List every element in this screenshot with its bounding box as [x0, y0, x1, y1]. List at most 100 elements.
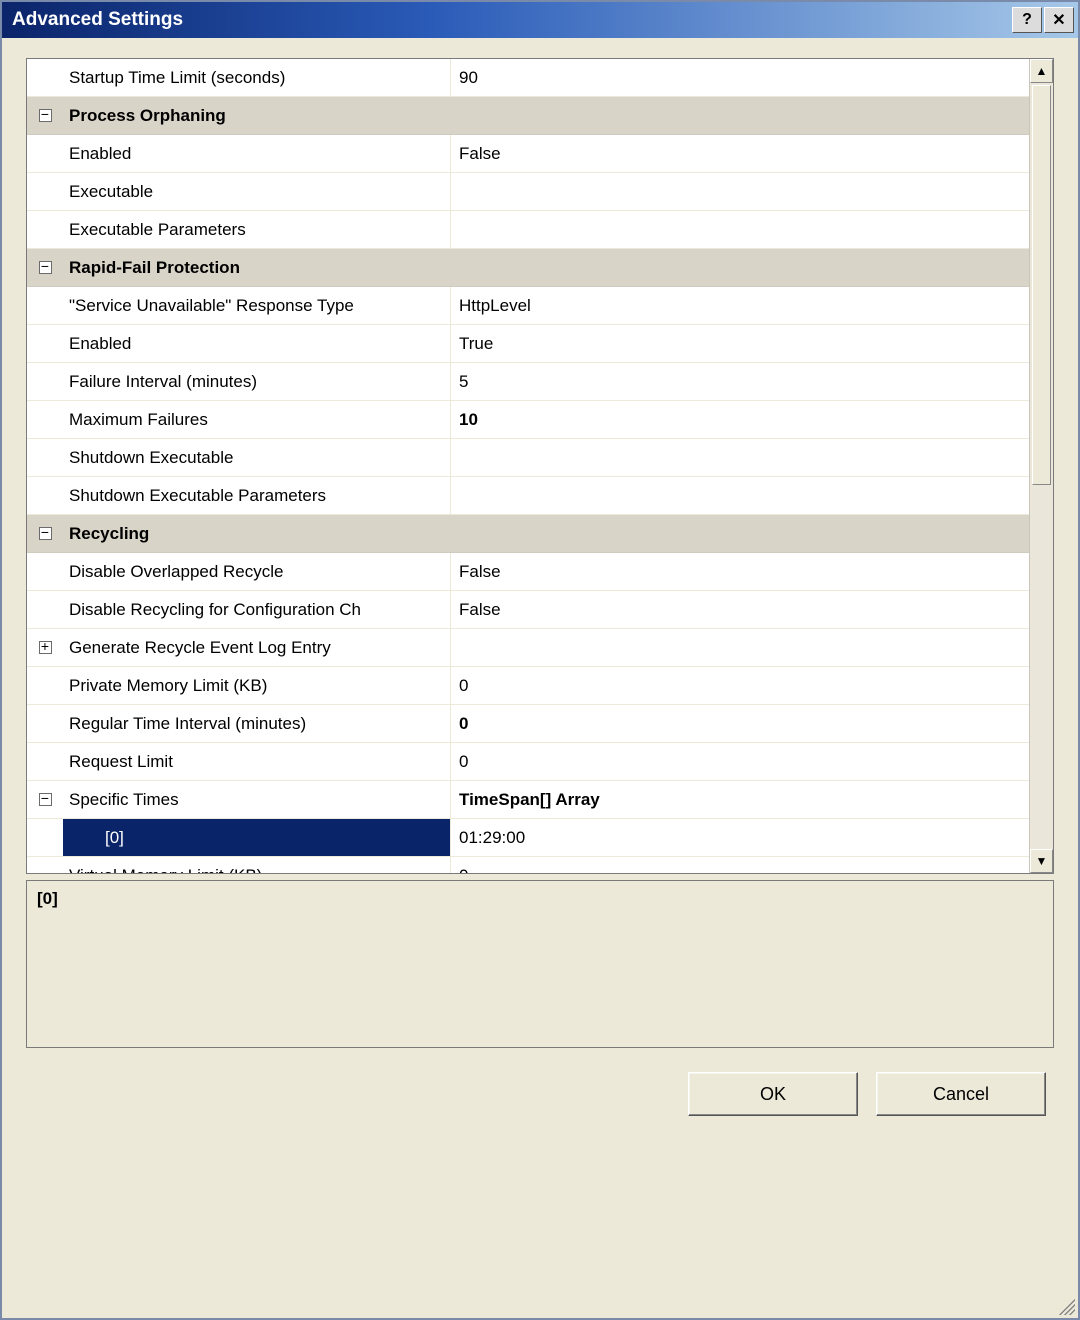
expand-icon[interactable]: + [39, 641, 52, 654]
property-row[interactable]: Disable Recycling for Configuration ChFa… [27, 591, 1029, 629]
row-gutter: − [27, 97, 63, 134]
ok-button[interactable]: OK [688, 1072, 858, 1116]
property-row[interactable]: Shutdown Executable [27, 439, 1029, 477]
property-label[interactable]: Failure Interval (minutes) [63, 363, 451, 400]
property-row[interactable]: Maximum Failures10 [27, 401, 1029, 439]
property-row[interactable]: Executable [27, 173, 1029, 211]
row-gutter [27, 591, 63, 628]
row-gutter [27, 135, 63, 172]
scroll-down-button[interactable]: ▼ [1030, 849, 1053, 873]
property-label[interactable]: Executable [63, 173, 451, 210]
property-label[interactable]: Enabled [63, 325, 451, 362]
chevron-down-icon: ▼ [1036, 854, 1048, 868]
help-icon: ? [1022, 11, 1032, 29]
property-value[interactable]: False [451, 553, 1029, 590]
property-row[interactable]: EnabledTrue [27, 325, 1029, 363]
vertical-scrollbar[interactable]: ▲ ▼ [1029, 59, 1053, 873]
property-row[interactable]: Startup Time Limit (seconds)90 [27, 59, 1029, 97]
collapse-icon[interactable]: − [39, 261, 52, 274]
row-gutter [27, 743, 63, 780]
property-value[interactable]: False [451, 591, 1029, 628]
property-value[interactable] [451, 439, 1029, 476]
property-value [451, 249, 1029, 286]
property-value[interactable]: 5 [451, 363, 1029, 400]
property-value[interactable]: False [451, 135, 1029, 172]
property-row[interactable]: −Specific TimesTimeSpan[] Array [27, 781, 1029, 819]
row-gutter [27, 553, 63, 590]
property-value[interactable] [451, 173, 1029, 210]
property-row[interactable]: Virtual Memory Limit (KB)0 [27, 857, 1029, 873]
property-row[interactable]: + Generate Recycle Event Log Entry [27, 629, 1029, 667]
property-label[interactable]: Specific Times [63, 781, 451, 818]
property-label[interactable]: Shutdown Executable Parameters [63, 477, 451, 514]
property-label[interactable]: Executable Parameters [63, 211, 451, 248]
property-label[interactable]: Generate Recycle Event Log Entry [63, 629, 451, 666]
property-label[interactable]: Private Memory Limit (KB) [63, 667, 451, 704]
row-gutter [27, 401, 63, 438]
category-row[interactable]: −Process Orphaning [27, 97, 1029, 135]
row-gutter [27, 363, 63, 400]
property-value[interactable]: 10 [451, 401, 1029, 438]
cancel-button[interactable]: Cancel [876, 1072, 1046, 1116]
property-value[interactable] [451, 211, 1029, 248]
property-label[interactable]: Process Orphaning [63, 97, 451, 134]
property-label[interactable]: Maximum Failures [63, 401, 451, 438]
row-gutter [27, 477, 63, 514]
property-label[interactable]: Virtual Memory Limit (KB) [63, 857, 451, 873]
collapse-icon[interactable]: − [39, 527, 52, 540]
property-row[interactable]: Failure Interval (minutes)5 [27, 363, 1029, 401]
resize-grip-icon[interactable] [1055, 1295, 1075, 1315]
collapse-icon[interactable]: − [39, 109, 52, 122]
property-label[interactable]: Rapid-Fail Protection [63, 249, 451, 286]
help-button[interactable]: ? [1012, 7, 1042, 33]
property-value [451, 97, 1029, 134]
property-label[interactable]: [0] [63, 819, 451, 856]
row-gutter [27, 819, 63, 856]
property-label[interactable]: Shutdown Executable [63, 439, 451, 476]
window-title: Advanced Settings [12, 9, 1010, 31]
property-row[interactable]: Executable Parameters [27, 211, 1029, 249]
property-row[interactable]: Private Memory Limit (KB)0 [27, 667, 1029, 705]
property-value[interactable]: 0 [451, 743, 1029, 780]
category-row[interactable]: −Rapid-Fail Protection [27, 249, 1029, 287]
scroll-thumb[interactable] [1032, 85, 1051, 485]
property-value[interactable]: HttpLevel [451, 287, 1029, 324]
close-button[interactable]: ✕ [1044, 7, 1074, 33]
property-row[interactable]: Shutdown Executable Parameters [27, 477, 1029, 515]
property-label[interactable]: Disable Overlapped Recycle [63, 553, 451, 590]
property-value[interactable] [451, 477, 1029, 514]
row-gutter: − [27, 781, 63, 818]
collapse-icon[interactable]: − [39, 793, 52, 806]
property-label[interactable]: "Service Unavailable" Response Type [63, 287, 451, 324]
property-row[interactable]: "Service Unavailable" Response TypeHttpL… [27, 287, 1029, 325]
row-gutter [27, 857, 63, 873]
close-icon: ✕ [1052, 10, 1065, 30]
property-row[interactable]: Request Limit0 [27, 743, 1029, 781]
property-value[interactable]: True [451, 325, 1029, 362]
property-label[interactable]: Enabled [63, 135, 451, 172]
property-label[interactable]: Startup Time Limit (seconds) [63, 59, 451, 96]
chevron-up-icon: ▲ [1036, 64, 1048, 78]
property-row[interactable]: [0]01:29:00 [27, 819, 1029, 857]
row-gutter [27, 287, 63, 324]
property-value[interactable]: 90 [451, 59, 1029, 96]
description-panel: [0] [26, 880, 1054, 1048]
property-grid-body: Startup Time Limit (seconds)90−Process O… [27, 59, 1029, 873]
row-gutter: + [27, 629, 63, 666]
property-label[interactable]: Recycling [63, 515, 451, 552]
property-label[interactable]: Regular Time Interval (minutes) [63, 705, 451, 742]
property-value[interactable] [451, 629, 1029, 666]
property-value[interactable]: 0 [451, 857, 1029, 873]
scroll-up-button[interactable]: ▲ [1030, 59, 1053, 83]
property-value[interactable]: 0 [451, 705, 1029, 742]
property-value[interactable]: TimeSpan[] Array [451, 781, 1029, 818]
property-value[interactable]: 01:29:00 [451, 819, 1029, 856]
property-row[interactable]: Disable Overlapped RecycleFalse [27, 553, 1029, 591]
property-value[interactable]: 0 [451, 667, 1029, 704]
category-row[interactable]: −Recycling [27, 515, 1029, 553]
property-label[interactable]: Disable Recycling for Configuration Ch [63, 591, 451, 628]
property-row[interactable]: EnabledFalse [27, 135, 1029, 173]
property-row[interactable]: Regular Time Interval (minutes)0 [27, 705, 1029, 743]
property-label[interactable]: Request Limit [63, 743, 451, 780]
property-value [451, 515, 1029, 552]
